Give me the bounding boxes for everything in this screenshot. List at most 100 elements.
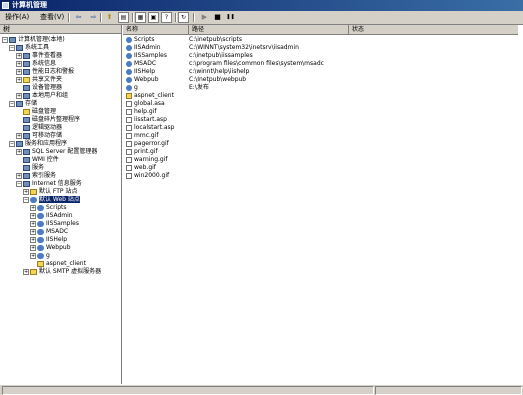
tree-item-iishelp[interactable]: + IISHelp (30, 236, 67, 244)
toolbar-separator (100, 13, 102, 22)
tree-header[interactable]: 树 (0, 25, 121, 34)
toolbar-separator (175, 13, 177, 22)
tree-item-iissamples[interactable]: + IISSamples (30, 220, 79, 228)
column-name[interactable]: 名称 (123, 25, 189, 34)
device-manager-icon (23, 84, 30, 91)
play-icon[interactable]: ▶ (199, 12, 210, 23)
expand-icon[interactable]: + (30, 228, 36, 235)
tree-item-services[interactable]: 服务 (23, 164, 44, 172)
tree-item-smtp[interactable]: + 默认 SMTP 虚拟服务器 (23, 268, 101, 276)
menu-action[interactable]: 操作(A) (3, 12, 31, 23)
expand-icon[interactable]: + (16, 52, 22, 59)
web-folder-icon (37, 204, 44, 211)
expand-icon[interactable]: + (30, 252, 36, 259)
expand-icon[interactable]: + (16, 76, 22, 83)
tree-item-index-service[interactable]: + 索引服务 (16, 172, 56, 180)
web-folder-icon (37, 244, 44, 251)
properties-icon[interactable]: ▣ (148, 12, 159, 23)
column-path[interactable]: 路径 (189, 25, 349, 34)
expand-icon[interactable]: + (23, 188, 29, 195)
expand-icon[interactable]: + (30, 236, 36, 243)
tree-item-services-apps[interactable]: − 服务和应用程序 (9, 140, 67, 148)
smtp-icon (30, 268, 37, 275)
tree-item-local-users[interactable]: + 本地用户和组 (16, 92, 68, 100)
tree-item-msadc[interactable]: + MSADC (30, 228, 68, 236)
tree-item-wmi[interactable]: WMI 控件 (23, 156, 59, 164)
expand-icon[interactable]: + (16, 172, 22, 179)
collapse-icon[interactable]: − (9, 100, 15, 107)
expand-icon[interactable]: + (16, 68, 22, 75)
tree-item-sql-server[interactable]: + SQL Server 配置管理器 (16, 148, 97, 156)
file-icon (126, 116, 132, 123)
expand-icon[interactable]: + (16, 92, 22, 99)
web-folder-icon (37, 212, 44, 219)
status-bar (0, 384, 523, 395)
collapse-icon[interactable]: − (23, 196, 29, 203)
tree-item-scripts[interactable]: + Scripts (30, 204, 67, 212)
collapse-icon[interactable]: − (2, 36, 8, 43)
tree-item-iis[interactable]: − Internet 信息服务 (16, 180, 82, 188)
web-folder-icon (126, 84, 132, 91)
users-icon (23, 92, 30, 99)
system-info-icon (23, 60, 30, 67)
index-icon (23, 172, 30, 179)
show-tree-icon[interactable]: ▤ (118, 12, 129, 23)
refresh-icon[interactable]: ↻ (178, 12, 189, 23)
forward-icon[interactable]: ⇨ (88, 12, 99, 23)
expand-icon[interactable]: + (30, 204, 36, 211)
computer-icon (9, 36, 16, 43)
file-icon (126, 108, 132, 115)
up-folder-icon[interactable]: ⬆ (104, 12, 115, 23)
tree-item-event-viewer[interactable]: + 事件查看器 (16, 52, 62, 60)
tree-item-webpub[interactable]: + Webpub (30, 244, 71, 252)
expand-icon[interactable]: + (30, 220, 36, 227)
tree-item-system-info[interactable]: + 系统信息 (16, 60, 56, 68)
stop-icon[interactable]: ■ (212, 12, 223, 23)
tree-item-performance-logs[interactable]: + 性能日志和警报 (16, 68, 74, 76)
details-pane[interactable]: 名称 路径 状态 Scripts C:\inetpub\scripts IISAd… (123, 25, 518, 384)
toolbar-separator (132, 13, 134, 22)
tree-item-disk-management[interactable]: 磁盘管理 (23, 108, 56, 116)
tree-item-aspnet-client[interactable]: aspnet_client (37, 260, 86, 268)
shared-folder-icon (23, 76, 30, 83)
expand-icon[interactable]: + (30, 212, 36, 219)
toolbar: 操作(A) 查看(V) ⇦ ⇨ ⬆ ▤ ▦ ▣ ? ↻ ▶ ■ ❚❚ (0, 11, 523, 25)
web-folder-icon (126, 52, 132, 59)
collapse-icon[interactable]: − (9, 140, 15, 147)
tree-item-storage[interactable]: − 存储 (9, 100, 37, 108)
sql-icon (23, 148, 30, 155)
expand-icon[interactable]: + (30, 244, 36, 251)
tree-item-iisadmin[interactable]: + IISAdmin (30, 212, 73, 220)
file-icon (126, 140, 132, 147)
help-icon[interactable]: ? (161, 12, 172, 23)
tree-pane[interactable]: 树 − 计算机管理(本地) − 系统工具 + 事件查看器 + 系统信息 + 性能日志和警报… (0, 25, 122, 384)
tree-item-device-manager[interactable]: 设备管理器 (23, 84, 62, 92)
toolbar-separator (68, 13, 70, 22)
tree-item-logical-drives[interactable]: 逻辑驱动器 (23, 124, 62, 132)
tree-item-g[interactable]: + g (30, 252, 50, 260)
tree-item-default-web-site[interactable]: − 默认 Web 站点 (23, 196, 80, 204)
column-status[interactable]: 状态 (349, 25, 518, 34)
tree-item-system-tools[interactable]: − 系统工具 (9, 44, 49, 52)
export-list-icon[interactable]: ▦ (135, 12, 146, 23)
expand-icon[interactable]: + (16, 148, 22, 155)
expand-icon[interactable]: + (23, 268, 29, 275)
tree-item-computer-management[interactable]: − 计算机管理(本地) (2, 36, 65, 44)
file-icon (126, 132, 132, 139)
tree-item-ftp-site[interactable]: + 默认 FTP 站点 (23, 188, 77, 196)
collapse-icon[interactable]: − (16, 180, 22, 187)
pause-icon[interactable]: ❚❚ (225, 12, 236, 23)
expand-icon[interactable]: + (16, 132, 22, 139)
tree-item-shared-folders[interactable]: + 共享文件夹 (16, 76, 62, 84)
web-folder-icon (126, 76, 132, 83)
collapse-icon[interactable]: − (9, 44, 15, 51)
tree-item-defrag[interactable]: 磁盘碎片整理程序 (23, 116, 80, 124)
file-icon (126, 156, 132, 163)
back-icon[interactable]: ⇦ (73, 12, 84, 23)
ftp-icon (30, 188, 37, 195)
menu-view[interactable]: 查看(V) (38, 12, 66, 23)
tree-item-removable-storage[interactable]: + 可移动存储 (16, 132, 62, 140)
performance-icon (23, 68, 30, 75)
defrag-icon (23, 116, 30, 123)
expand-icon[interactable]: + (16, 60, 22, 67)
